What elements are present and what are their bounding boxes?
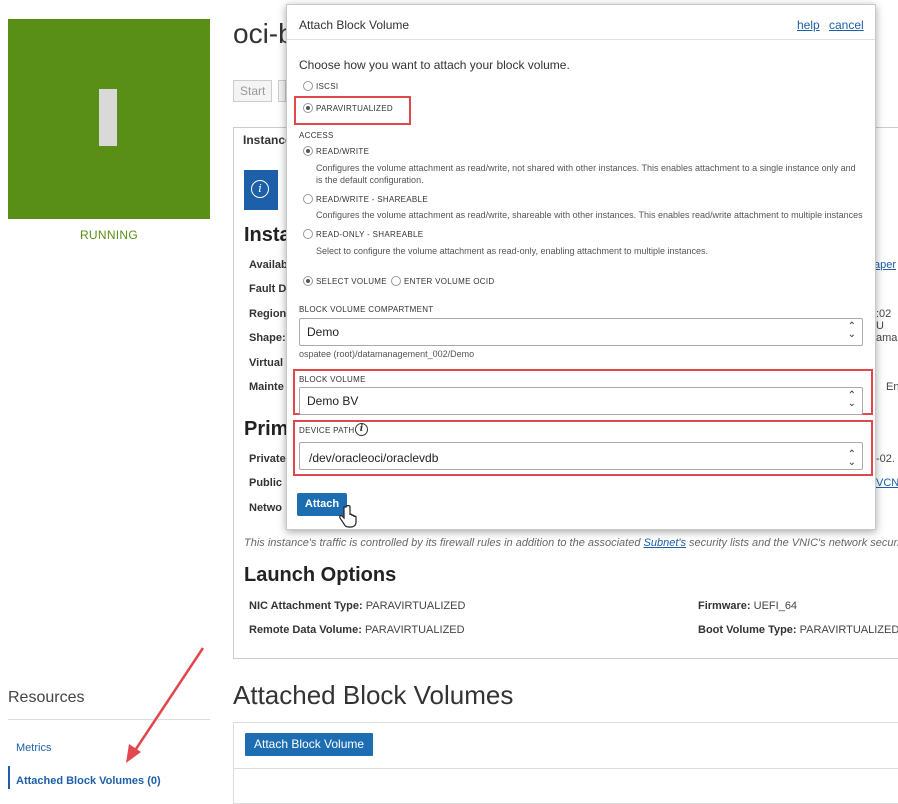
updown-chevron-icon: ⌃ ⌄ xyxy=(847,449,856,468)
radio-paravirtualized[interactable] xyxy=(303,103,313,113)
radio-label-read-write: READ/WRITE xyxy=(316,147,370,156)
compartment-path: ospatee (root)/datamanagement_002/Demo xyxy=(299,349,475,359)
hand-cursor-icon xyxy=(339,505,357,528)
note-text: This instance's traffic is controlled by… xyxy=(244,537,644,549)
active-indicator xyxy=(8,766,10,789)
detail-label-fault-domain: Fault D xyxy=(249,283,287,295)
radio-label-select-volume: SELECT VOLUME xyxy=(316,277,387,286)
vnic-label-private: Private xyxy=(249,453,286,465)
instance-status-tile xyxy=(8,19,210,219)
vcn-link-fragment[interactable]: VCN xyxy=(876,477,898,489)
compartment-label: BLOCK VOLUME COMPARTMENT xyxy=(299,305,434,314)
detail-value-fragment: En xyxy=(886,381,898,393)
vnic-value-fragment: -02. xyxy=(876,453,895,465)
tab-instance-information[interactable]: Instance xyxy=(243,133,292,147)
subnet-link[interactable]: Subnet's xyxy=(644,537,686,549)
launch-label: Remote Data Volume: xyxy=(249,624,362,636)
radio-label-iscsi: ISCSI xyxy=(316,82,339,91)
info-icon: i xyxy=(251,180,269,198)
radio-iscsi[interactable] xyxy=(303,81,313,91)
firewall-note: This instance's traffic is controlled by… xyxy=(244,537,898,549)
launch-label: Firmware: xyxy=(698,600,751,612)
attached-block-volumes-heading: Attached Block Volumes xyxy=(233,680,514,710)
radio-select-volume[interactable] xyxy=(303,276,313,286)
detail-value-fragment: amar xyxy=(876,332,898,344)
vnic-label-network: Netwo xyxy=(249,502,282,514)
start-button[interactable]: Start xyxy=(233,80,273,102)
detail-link-fragment[interactable]: aper xyxy=(874,259,896,271)
read-only-shareable-description: Select to configure the volume attachmen… xyxy=(316,246,709,256)
dialog-title: Attach Block Volume xyxy=(299,18,410,32)
instance-icon xyxy=(99,89,117,146)
launch-row: Firmware: UEFI_64 xyxy=(698,600,797,612)
info-icon[interactable]: i xyxy=(355,423,368,436)
resource-item-attached-block-volumes[interactable]: Attached Block Volumes (0) xyxy=(16,775,161,787)
block-volume-label: BLOCK VOLUME xyxy=(299,375,366,384)
access-label: ACCESS xyxy=(299,131,334,140)
detail-label-maintenance: Mainte xyxy=(249,381,284,393)
divider xyxy=(8,719,210,720)
launch-value: PARAVIRTUALIZED xyxy=(365,600,466,612)
attach-block-volume-dialog: Attach Block Volume help cancel Choose h… xyxy=(286,4,876,530)
updown-chevron-icon: ⌃ ⌄ xyxy=(847,390,856,409)
compartment-value: Demo xyxy=(307,325,340,339)
instance-info-heading: Insta xyxy=(244,224,291,246)
read-write-description: Configures the volume attachment as read… xyxy=(316,163,856,185)
cancel-link[interactable]: cancel xyxy=(829,18,864,32)
attach-block-volume-button[interactable]: Attach Block Volume xyxy=(245,733,374,756)
primary-vnic-heading: Prim xyxy=(244,418,289,440)
launch-label: Boot Volume Type: xyxy=(698,624,797,636)
action-button[interactable] xyxy=(278,80,286,102)
help-link[interactable]: help xyxy=(797,18,820,32)
launch-row: NIC Attachment Type: PARAVIRTUALIZED xyxy=(249,600,465,612)
radio-label-read-only-shareable: READ-ONLY - SHAREABLE xyxy=(316,230,424,239)
detail-label-virtual: Virtual xyxy=(249,357,284,369)
launch-row: Remote Data Volume: PARAVIRTUALIZED xyxy=(249,624,465,636)
radio-read-write[interactable] xyxy=(303,146,313,156)
launch-label: NIC Attachment Type: xyxy=(249,600,363,612)
device-path-label: DEVICE PATH xyxy=(299,426,355,435)
detail-label-region: Region xyxy=(249,308,287,320)
divider xyxy=(233,768,898,769)
page-title: oci-b xyxy=(233,18,294,49)
resource-item-metrics[interactable]: Metrics xyxy=(16,742,51,754)
updown-chevron-icon: ⌃ ⌄ xyxy=(847,321,856,340)
vnic-label-public: Public xyxy=(249,477,283,489)
note-text: security lists and the VNIC's network se… xyxy=(685,537,898,549)
device-path-value: /dev/oracleoci/oraclevdb xyxy=(309,451,439,465)
detail-label-shape: Shape: xyxy=(249,332,286,344)
launch-value: PARAVIRTUALIZED xyxy=(364,624,465,636)
compartment-select[interactable]: Demo ⌃ ⌄ xyxy=(299,318,863,346)
radio-label-enter-volume-ocid: ENTER VOLUME OCID xyxy=(404,277,495,286)
radio-enter-volume-ocid[interactable] xyxy=(391,276,401,286)
launch-row: Boot Volume Type: PARAVIRTUALIZED xyxy=(698,624,898,636)
instance-status-label: RUNNING xyxy=(79,228,139,242)
radio-label-read-write-shareable: READ/WRITE - SHAREABLE xyxy=(316,195,428,204)
resources-heading: Resources xyxy=(8,689,85,706)
divider xyxy=(287,39,875,40)
block-volume-value: Demo BV xyxy=(307,394,359,408)
block-volume-select[interactable]: Demo BV ⌃ ⌄ xyxy=(299,387,863,415)
launch-value: PARAVIRTUALIZED xyxy=(799,624,898,636)
attach-prompt: Choose how you want to attach your block… xyxy=(299,58,570,72)
radio-read-only-shareable[interactable] xyxy=(303,229,313,239)
read-write-shareable-description: Configures the volume attachment as read… xyxy=(316,210,863,220)
radio-read-write-shareable[interactable] xyxy=(303,194,313,204)
launch-value: UEFI_64 xyxy=(753,600,798,612)
detail-value-fragment: :02 U xyxy=(876,308,892,332)
launch-options-heading: Launch Options xyxy=(244,564,397,586)
radio-label-paravirtualized: PARAVIRTUALIZED xyxy=(316,104,393,113)
device-path-select[interactable]: /dev/oracleoci/oraclevdb ⌃ ⌄ xyxy=(299,442,863,470)
detail-label-availability: Availab xyxy=(249,259,288,271)
